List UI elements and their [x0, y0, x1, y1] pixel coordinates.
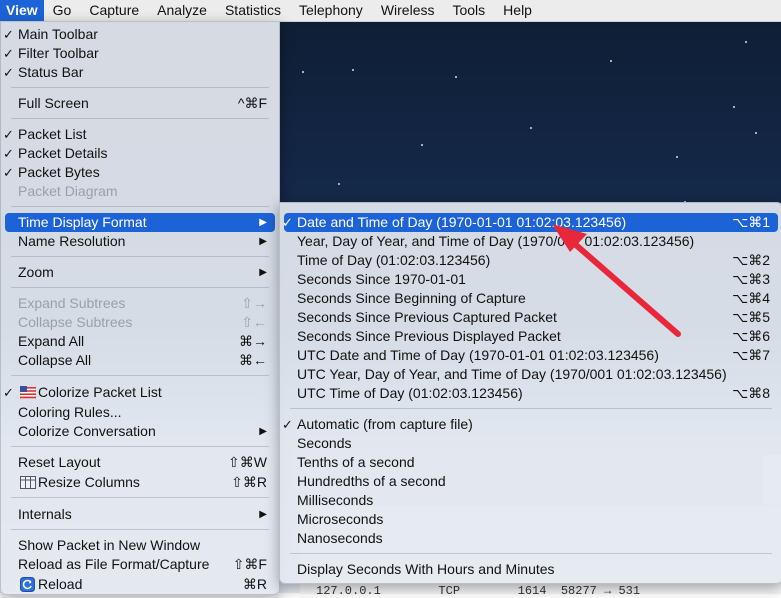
menu-telephony[interactable]: Telephony	[290, 0, 372, 21]
menu-separator	[11, 287, 269, 288]
menu-item-precision-hundredths[interactable]: Hundredths of a second	[284, 472, 778, 491]
menu-separator	[11, 375, 269, 376]
menu-separator	[11, 497, 269, 498]
menu-item-status-bar[interactable]: ✓ Status Bar	[3, 63, 275, 82]
menu-item-colorize-packet-list[interactable]: ✓ Colorize Packet List	[3, 383, 275, 402]
menu-item-coloring-rules[interactable]: Coloring Rules...	[5, 403, 275, 422]
menu-item-year-doy-time[interactable]: Year, Day of Year, and Time of Day (1970…	[284, 232, 778, 251]
menu-item-reload[interactable]: Reload ⌘R	[5, 575, 275, 594]
menu-capture[interactable]: Capture	[80, 0, 148, 21]
menu-separator	[11, 206, 269, 207]
checkmark-icon: ✓	[282, 417, 293, 432]
menu-tools[interactable]: Tools	[443, 0, 494, 21]
menu-help[interactable]: Help	[494, 0, 541, 21]
menu-analyze[interactable]: Analyze	[148, 0, 216, 21]
menu-separator	[11, 256, 269, 257]
menu-view[interactable]: View	[0, 0, 44, 21]
submenu-arrow-icon: ▶	[259, 426, 267, 437]
menu-item-seconds-prev-captured[interactable]: Seconds Since Previous Captured Packet ⌥⌘…	[284, 308, 778, 327]
menu-item-utc-date-time[interactable]: UTC Date and Time of Day (1970-01-01 01:…	[284, 346, 778, 365]
menu-item-main-toolbar[interactable]: ✓ Main Toolbar	[3, 25, 275, 44]
menu-item-precision-microseconds[interactable]: Microseconds	[284, 510, 778, 529]
menu-separator	[290, 553, 772, 554]
menu-item-collapse-subtrees: Collapse Subtrees ⇧←	[18, 314, 267, 330]
menu-item-packet-bytes[interactable]: ✓ Packet Bytes	[3, 163, 275, 182]
submenu-arrow-icon: ▶	[259, 267, 267, 278]
menu-item-date-time-of-day[interactable]: ✓ Date and Time of Day (1970-01-01 01:02:…	[282, 213, 778, 232]
menu-item-hours-minutes[interactable]: Display Seconds With Hours and Minutes	[284, 560, 778, 579]
checkmark-icon: ✓	[282, 215, 293, 230]
checkmark-icon: ✓	[3, 385, 14, 400]
menu-item-packet-list[interactable]: ✓ Packet List	[3, 125, 275, 144]
menu-item-filter-toolbar[interactable]: ✓ Filter Toolbar	[3, 44, 275, 63]
menu-separator	[11, 118, 269, 119]
menu-go[interactable]: Go	[44, 0, 81, 21]
menu-item-name-resolution[interactable]: Name Resolution ▶	[5, 232, 275, 251]
checkmark-icon: ✓	[3, 27, 14, 42]
menu-item-reset-layout[interactable]: Reset Layout ⇧⌘W	[5, 453, 275, 472]
resize-columns-icon	[20, 476, 36, 489]
checkmark-icon: ✓	[3, 165, 14, 180]
menu-separator	[11, 87, 269, 88]
menu-item-seconds-since-capture[interactable]: Seconds Since Beginning of Capture ⌥⌘4	[284, 289, 778, 308]
menu-item-expand-all[interactable]: Expand All ⌘→	[5, 332, 275, 351]
menu-item-collapse-all[interactable]: Collapse All ⌘←	[5, 351, 275, 370]
menu-item-packet-details[interactable]: ✓ Packet Details	[3, 144, 275, 163]
time-display-format-submenu: ✓ Date and Time of Day (1970-01-01 01:02:…	[279, 202, 781, 584]
checkmark-icon: ✓	[3, 65, 14, 80]
checkmark-icon: ✓	[3, 127, 14, 142]
menu-item-precision-nanoseconds[interactable]: Nanoseconds	[284, 529, 778, 548]
menu-item-time-of-day[interactable]: Time of Day (01:02:03.123456) ⌥⌘2	[284, 251, 778, 270]
menu-separator	[290, 408, 772, 409]
menu-item-colorize-conversation[interactable]: Colorize Conversation ▶	[5, 422, 275, 441]
color-flag-icon	[20, 386, 36, 399]
menu-item-seconds-since-epoch[interactable]: Seconds Since 1970-01-01 ⌥⌘3	[284, 270, 778, 289]
menu-item-precision-seconds[interactable]: Seconds	[284, 434, 778, 453]
menu-item-utc-year-doy-time[interactable]: UTC Year, Day of Year, and Time of Day (…	[284, 365, 778, 384]
menu-item-internals[interactable]: Internals ▶	[5, 505, 275, 524]
submenu-arrow-icon: ▶	[259, 509, 267, 520]
menu-item-show-packet-new-window[interactable]: Show Packet in New Window	[5, 536, 275, 555]
menu-separator	[11, 446, 269, 447]
menu-item-zoom[interactable]: Zoom ▶	[5, 263, 275, 282]
packet-row-fragment: 127.0.0.1 TCP 1614 58277 → 531	[316, 584, 641, 598]
reload-icon	[20, 577, 35, 592]
menu-item-reload-as-file-format[interactable]: Reload as File Format/Capture ⇧⌘F	[5, 555, 275, 574]
menu-item-precision-tenths[interactable]: Tenths of a second	[284, 453, 778, 472]
menu-separator	[11, 529, 269, 530]
menu-item-expand-subtrees: Expand Subtrees ⇧→	[18, 295, 267, 311]
menu-item-utc-time-of-day[interactable]: UTC Time of Day (01:02:03.123456) ⌥⌘8	[284, 384, 778, 403]
menu-item-precision-milliseconds[interactable]: Milliseconds	[284, 491, 778, 510]
menu-item-packet-diagram: Packet Diagram	[18, 183, 118, 199]
view-menu: ✓ Main Toolbar ✓ Filter Toolbar ✓ Status Ba…	[0, 21, 280, 595]
submenu-arrow-icon: ▶	[259, 217, 267, 228]
menu-wireless[interactable]: Wireless	[372, 0, 444, 21]
menu-statistics[interactable]: Statistics	[216, 0, 290, 21]
menu-item-full-screen[interactable]: Full Screen ^⌘F	[5, 94, 275, 113]
submenu-arrow-icon: ▶	[259, 236, 267, 247]
menu-item-time-display-format[interactable]: Time Display Format ▶	[5, 213, 275, 232]
menu-item-precision-automatic[interactable]: ✓ Automatic (from capture file)	[282, 415, 778, 434]
menu-item-seconds-prev-displayed[interactable]: Seconds Since Previous Displayed Packet ⌥…	[284, 327, 778, 346]
checkmark-icon: ✓	[3, 46, 14, 61]
menu-item-resize-columns[interactable]: Resize Columns ⇧⌘R	[5, 473, 275, 492]
checkmark-icon: ✓	[3, 146, 14, 161]
menu-bar: View Go Capture Analyze Statistics Telep…	[0, 0, 781, 22]
